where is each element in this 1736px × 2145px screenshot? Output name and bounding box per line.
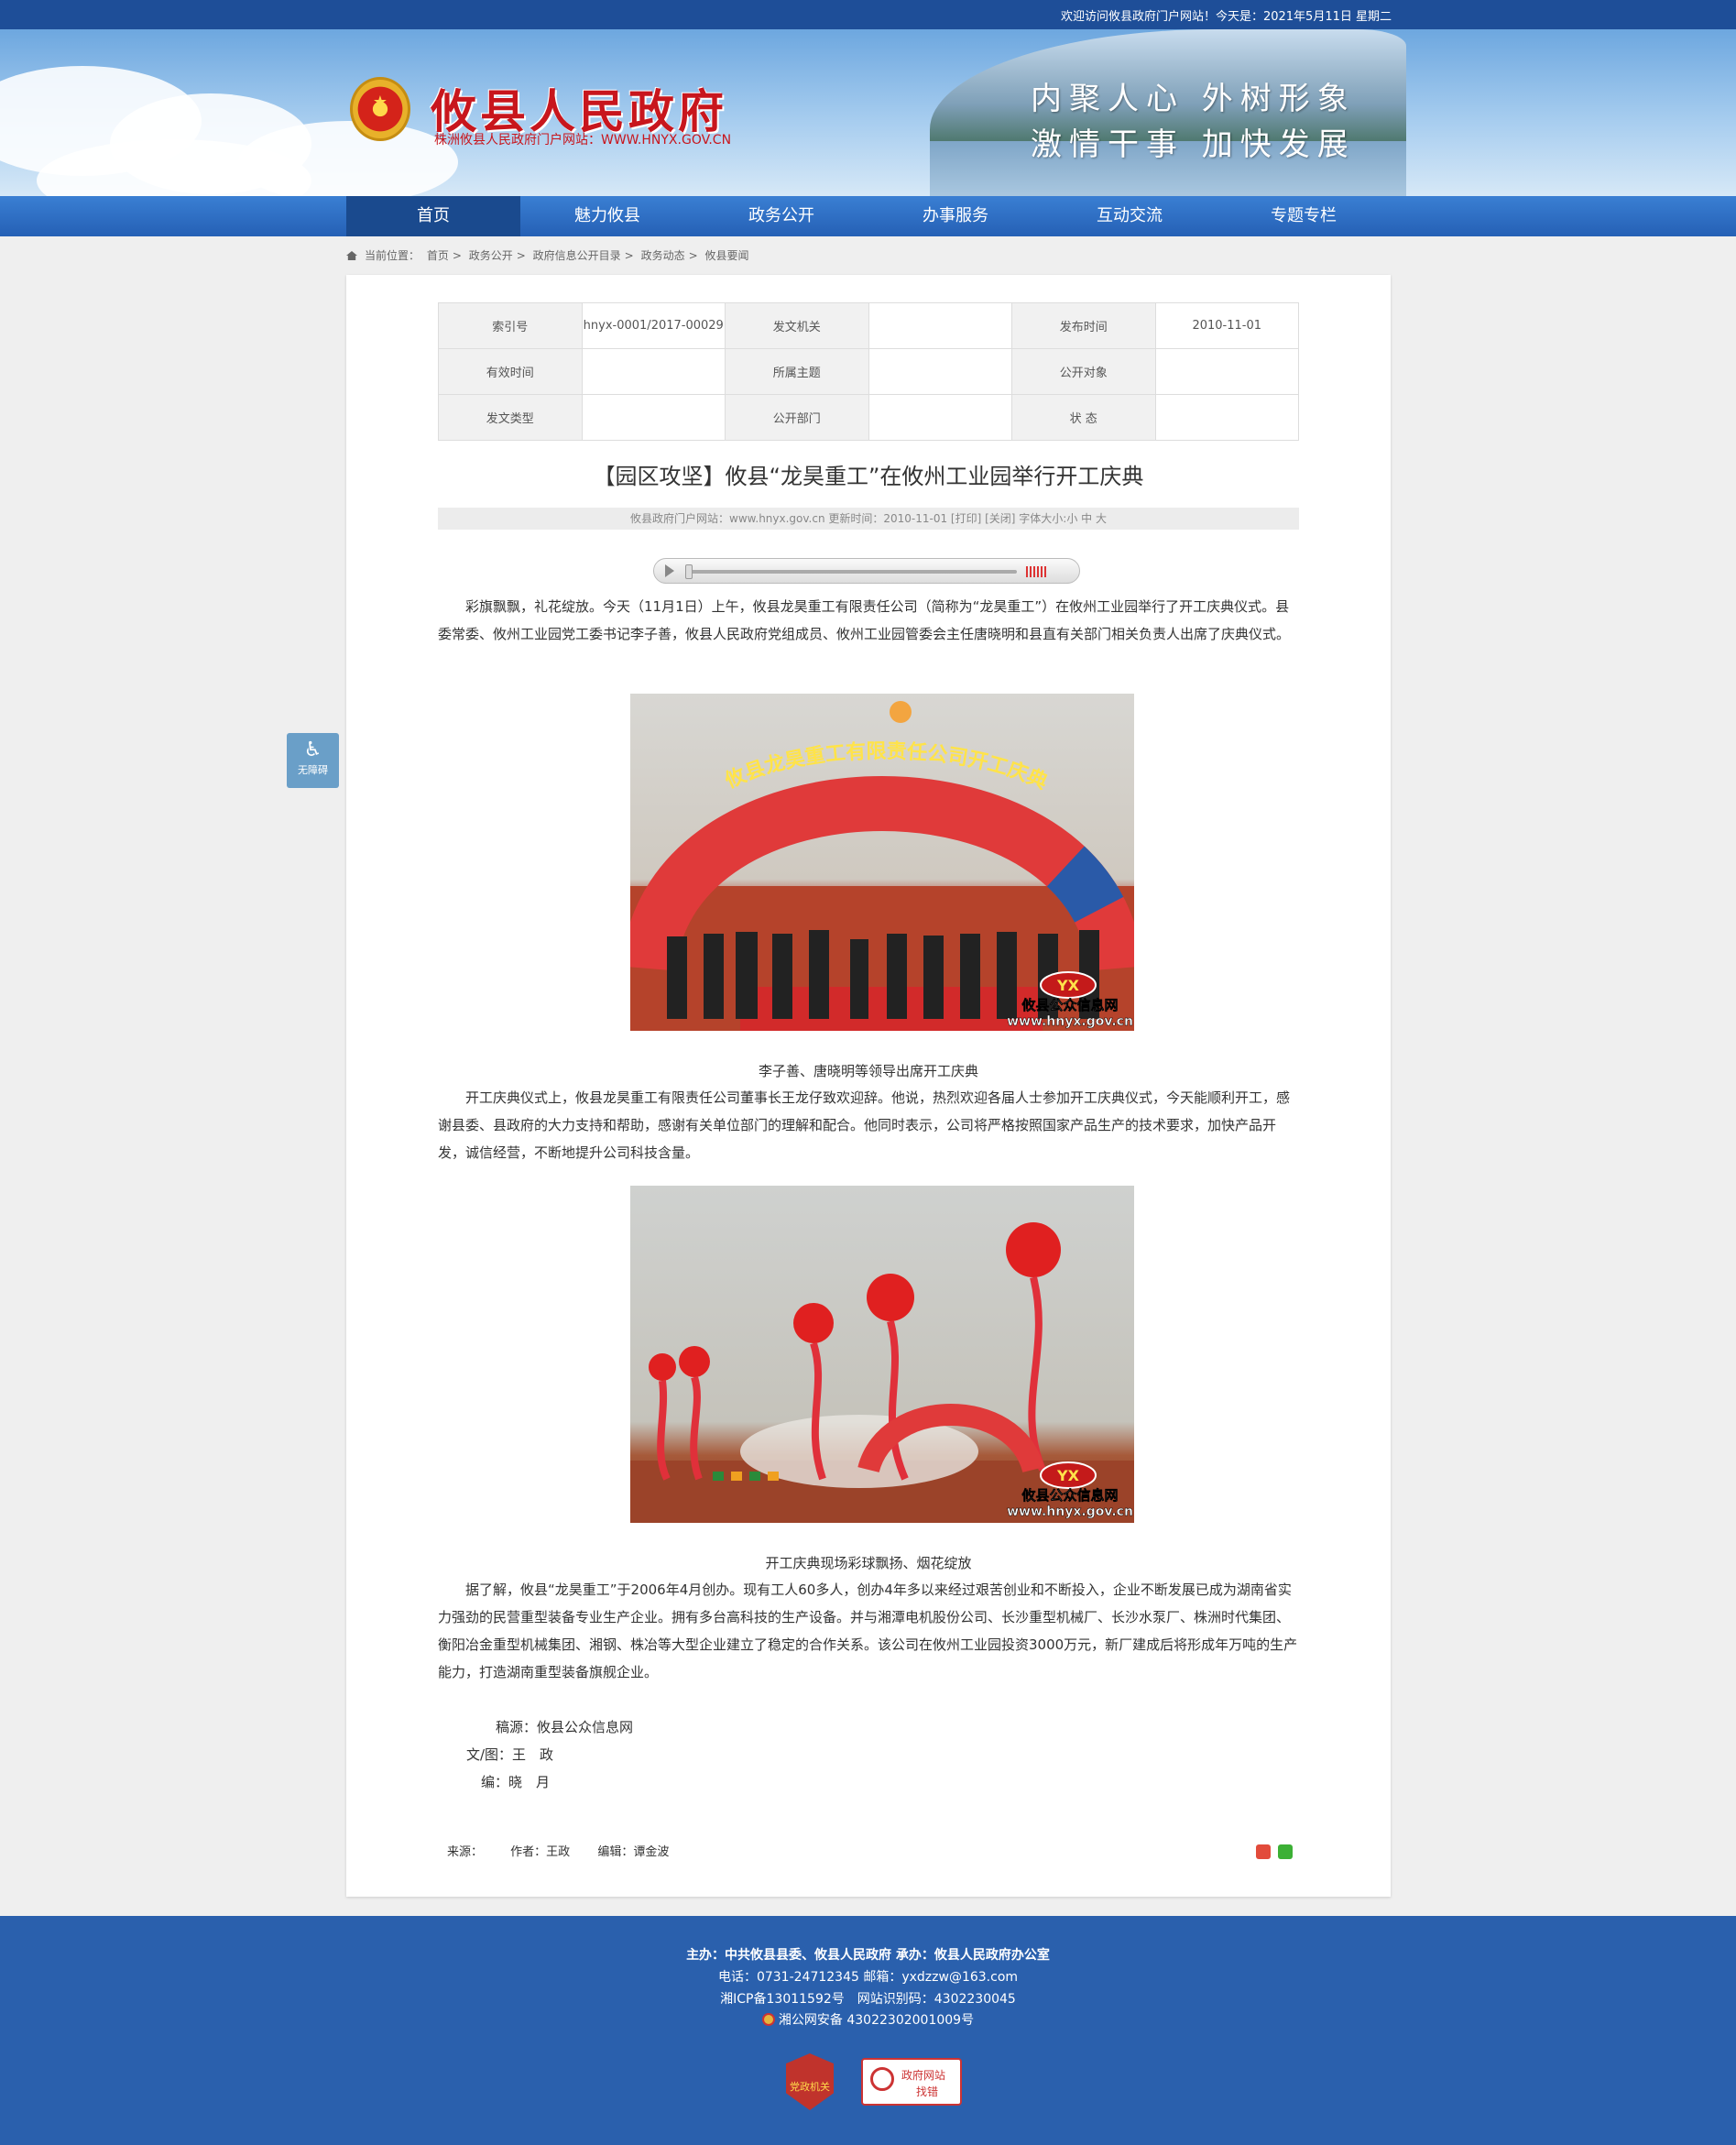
photo-caption: 李子善、唐晓明等领导出席开工庆典 bbox=[758, 1063, 978, 1079]
meta-value bbox=[581, 348, 726, 395]
breadcrumb-item[interactable]: 政府信息公开目录 bbox=[533, 249, 621, 262]
meta-label: 所属主题 bbox=[725, 348, 869, 395]
article-photo: YX 攸县公众信息网 www.hnyx.gov.cn bbox=[630, 1186, 1134, 1523]
header-banner: ★ 攸县人民政府 株洲攸县人民政府门户网站：WWW.HNYX.GOV.CN 内聚… bbox=[0, 29, 1736, 196]
article-info-bar: 攸县政府门户网站：www.hnyx.gov.cn 更新时间：2010-11-01… bbox=[438, 508, 1299, 530]
nav-item-gov-affairs[interactable]: 政务公开 bbox=[694, 196, 868, 236]
audio-player[interactable] bbox=[653, 558, 1080, 584]
meta-value bbox=[868, 348, 1012, 395]
footer-host: 主办：中共攸县县委、攸县人民政府 承办：攸县人民政府办公室 bbox=[686, 1948, 1050, 1963]
article-card: 索引号 hnyx-0001/2017-00029 发文机关 发布时间 2010-… bbox=[346, 275, 1391, 1897]
home-icon bbox=[346, 251, 357, 260]
ceremony-arch-photo: 攸县龙昊重工有限责任公司开工庆典 YX 攸县公众信息网 www.hnyx.gov… bbox=[630, 701, 1134, 1031]
nav-item-topics[interactable]: 专题专栏 bbox=[1217, 196, 1391, 236]
footer-author: 作者：王政 bbox=[510, 1845, 571, 1859]
gov-site-error-report-badge[interactable]: 政府网站 找错 bbox=[861, 2058, 962, 2106]
nav-item-charm[interactable]: 魅力攸县 bbox=[520, 196, 694, 236]
meta-label: 公开对象 bbox=[1011, 348, 1156, 395]
meta-value: hnyx-0001/2017-00029 bbox=[581, 302, 726, 349]
breadcrumb-separator: > bbox=[624, 249, 634, 262]
table-row: 有效时间 所属主题 公开对象 bbox=[438, 348, 1299, 395]
article-paragraph: 彩旗飘飘，礼花绽放。今天（11月1日）上午，攸县龙昊重工有限责任公司（简称为“龙… bbox=[438, 598, 1291, 642]
breadcrumb-item[interactable]: 政务动态 bbox=[641, 249, 685, 262]
meta-value: 2010-11-01 bbox=[1154, 302, 1299, 349]
welcome-text: 欢迎访问攸县政府门户网站！今天是：2021年5月11日 星期二 bbox=[1060, 10, 1392, 24]
meta-value bbox=[1154, 348, 1299, 395]
police-record-text: 湘公网安备 43022302001009号 bbox=[778, 2013, 975, 2028]
audio-progress-track[interactable] bbox=[687, 570, 1017, 574]
meta-value bbox=[1154, 394, 1299, 441]
breadcrumb-item[interactable]: 攸县要闻 bbox=[704, 249, 748, 262]
breadcrumb-prefix: 当前位置： bbox=[365, 249, 420, 262]
meta-value bbox=[868, 302, 1012, 349]
party-gov-badge[interactable]: 党政机关 bbox=[786, 2053, 834, 2110]
svg-text:YX: YX bbox=[1056, 977, 1080, 994]
breadcrumb-item[interactable]: 首页 bbox=[427, 249, 449, 262]
svg-text:www.hnyx.gov.cn: www.hnyx.gov.cn bbox=[1007, 1014, 1133, 1029]
meta-label: 状 态 bbox=[1011, 394, 1156, 441]
meta-label: 发文机关 bbox=[725, 302, 869, 349]
main-nav: 首页 魅力攸县 政务公开 办事服务 互动交流 专题专栏 bbox=[0, 196, 1736, 236]
breadcrumb: 当前位置： 首页 > 政务公开 > 政府信息公开目录 > 政务动态 > 攸县要闻 bbox=[346, 247, 752, 263]
credit-source: 稿源：攸县公众信息网 bbox=[496, 1719, 634, 1735]
article-footer-meta: 来源： 作者：王政 编辑：谭金波 bbox=[447, 1842, 693, 1859]
balloons-photo: YX 攸县公众信息网 www.hnyx.gov.cn bbox=[630, 1222, 1134, 1523]
meta-value bbox=[868, 394, 1012, 441]
site-footer: 主办：中共攸县县委、攸县人民政府 承办：攸县人民政府办公室 电话：0731-24… bbox=[0, 1916, 1736, 2145]
table-row: 发文类型 公开部门 状 态 bbox=[438, 394, 1299, 441]
breadcrumb-separator: > bbox=[452, 249, 462, 262]
credit-editor: 编：晓 月 bbox=[481, 1774, 551, 1790]
meta-label: 发文类型 bbox=[438, 394, 583, 441]
metadata-table: 索引号 hnyx-0001/2017-00029 发文机关 发布时间 2010-… bbox=[438, 302, 1299, 441]
footer-source: 来源： bbox=[447, 1845, 484, 1859]
wechat-share-icon[interactable] bbox=[1278, 1844, 1293, 1859]
breadcrumb-separator: > bbox=[688, 249, 698, 262]
footer-police-record[interactable]: 湘公网安备 43022302001009号 bbox=[0, 2010, 1736, 2029]
meta-label: 有效时间 bbox=[438, 348, 583, 395]
meta-label: 索引号 bbox=[438, 302, 583, 349]
badge-line1: 政府网站 bbox=[901, 2069, 946, 2082]
nav-item-services[interactable]: 办事服务 bbox=[868, 196, 1043, 236]
police-badge-icon bbox=[761, 2013, 775, 2026]
breadcrumb-item[interactable]: 政务公开 bbox=[469, 249, 513, 262]
photo-caption: 开工庆典现场彩球飘扬、烟花绽放 bbox=[765, 1555, 972, 1571]
magnifier-icon bbox=[870, 2067, 894, 2091]
svg-text:攸县公众信息网: 攸县公众信息网 bbox=[1021, 997, 1118, 1013]
table-row: 索引号 hnyx-0001/2017-00029 发文机关 发布时间 2010-… bbox=[438, 302, 1299, 349]
wheelchair-icon: ♿ bbox=[303, 739, 322, 761]
meta-label: 发布时间 bbox=[1011, 302, 1156, 349]
meta-label: 公开部门 bbox=[725, 394, 869, 441]
svg-text:攸县公众信息网: 攸县公众信息网 bbox=[1021, 1487, 1118, 1504]
article-photo: 攸县龙昊重工有限责任公司开工庆典 YX 攸县公众信息网 www.hnyx.gov… bbox=[630, 694, 1134, 1031]
breadcrumb-separator: > bbox=[516, 249, 526, 262]
svg-text:www.hnyx.gov.cn: www.hnyx.gov.cn bbox=[1007, 1505, 1133, 1519]
audio-progress-handle[interactable] bbox=[685, 564, 693, 579]
article-title: 【园区攻坚】攸县“龙昊重工”在攸州工业园举行开工庆典 bbox=[593, 464, 1144, 489]
slogan-line1: 内聚人心 外树形象 bbox=[1031, 81, 1356, 117]
footer-editor: 编辑：谭金波 bbox=[597, 1845, 670, 1859]
footer-contact: 电话：0731-24712345 邮箱：yxdzzw@163.com bbox=[717, 1970, 1019, 1985]
site-subtitle: 株洲攸县人民政府门户网站：WWW.HNYX.GOV.CN bbox=[434, 133, 732, 148]
svg-text:YX: YX bbox=[1056, 1467, 1080, 1484]
nav-item-home[interactable]: 首页 bbox=[346, 196, 520, 236]
article-paragraph: 据了解，攸县“龙昊重工”于2006年4月创办。现有工人60多人，创办4年多以来经… bbox=[438, 1581, 1298, 1680]
credit-author: 文/图：王 政 bbox=[466, 1746, 554, 1763]
accessibility-label: 无障碍 bbox=[298, 764, 328, 776]
slogan-line2: 激情干事 加快发展 bbox=[1031, 126, 1356, 163]
article-paragraph: 开工庆典仪式上，攸县龙昊重工有限责任公司董事长王龙仔致欢迎辞。他说，热烈欢迎各届… bbox=[438, 1089, 1291, 1161]
meta-value bbox=[581, 394, 726, 441]
national-emblem-icon: ★ bbox=[350, 77, 410, 141]
nav-item-interaction[interactable]: 互动交流 bbox=[1043, 196, 1217, 236]
badge-line2: 找错 bbox=[916, 2085, 939, 2098]
footer-icp[interactable]: 湘ICP备13011592号 网站识别码：4302230045 bbox=[0, 1989, 1736, 2008]
play-icon[interactable] bbox=[665, 564, 674, 577]
volume-icon[interactable] bbox=[1026, 566, 1048, 577]
top-bar: 欢迎访问攸县政府门户网站！今天是：2021年5月11日 星期二 bbox=[0, 0, 1736, 29]
accessibility-button[interactable]: ♿ 无障碍 bbox=[287, 733, 339, 788]
weibo-share-icon[interactable] bbox=[1256, 1844, 1271, 1859]
